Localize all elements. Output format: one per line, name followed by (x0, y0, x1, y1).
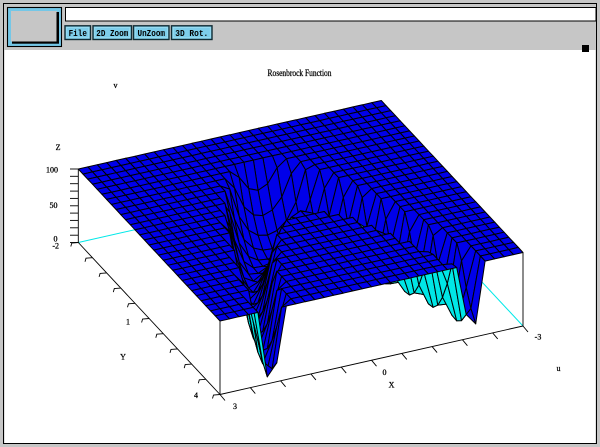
svg-text:v: v (114, 81, 118, 90)
svg-text:1: 1 (126, 318, 130, 327)
svg-text:u: u (557, 364, 561, 373)
svg-text:Y: Y (120, 353, 126, 362)
svg-text:50: 50 (50, 201, 58, 210)
svg-text:3: 3 (233, 402, 237, 411)
svg-text:0: 0 (383, 368, 387, 377)
svg-text:X: X (389, 381, 395, 390)
svg-text:Z: Z (56, 143, 61, 152)
svg-text:-2: -2 (52, 242, 59, 251)
svg-text:2D Zoom: 2D Zoom (96, 29, 129, 39)
svg-text:Rosenbrock Function: Rosenbrock Function (268, 68, 332, 78)
svg-text:4: 4 (194, 391, 198, 400)
svg-text:File: File (69, 29, 87, 39)
svg-text:100: 100 (46, 166, 58, 175)
svg-text:-3: -3 (535, 333, 542, 342)
svg-text:3D Rot.: 3D Rot. (175, 29, 208, 39)
svg-text:UnZoom: UnZoom (138, 29, 166, 39)
